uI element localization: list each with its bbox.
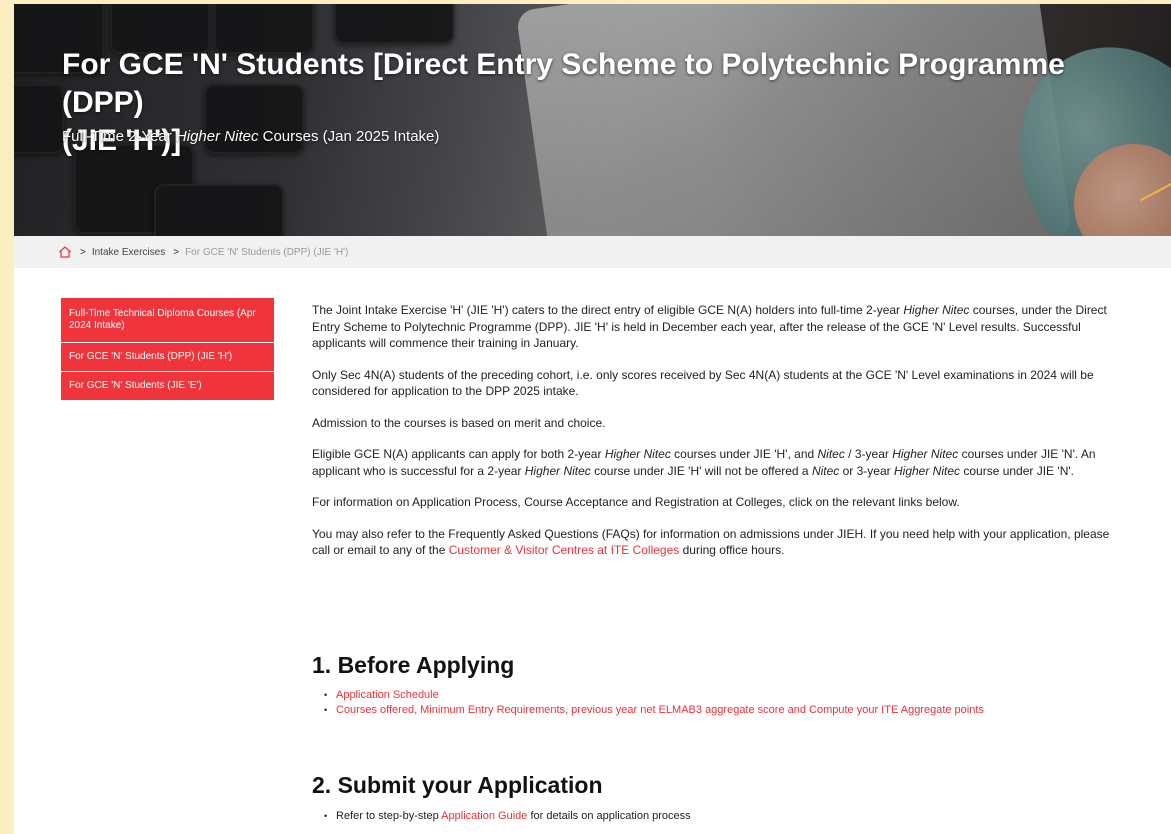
text: or 3-year bbox=[839, 463, 894, 478]
breadcrumb-current: For GCE 'N' Students (DPP) (JIE 'H') bbox=[185, 246, 349, 258]
text-italic: Nitec bbox=[817, 447, 845, 461]
paragraph-courses: Eligible GCE N(A) applicants can apply f… bbox=[312, 446, 1112, 479]
page: For GCE 'N' Students [Direct Entry Schem… bbox=[14, 4, 1171, 834]
text: for details on application process bbox=[527, 810, 691, 822]
list-item: • Courses offered, Minimum Entry Require… bbox=[324, 703, 984, 718]
subtitle-pre: Full-Time 2-Year bbox=[62, 128, 176, 145]
breadcrumb-separator: > bbox=[173, 246, 180, 258]
customer-centres-link[interactable]: Customer & Visitor Centres at ITE Colleg… bbox=[449, 543, 680, 557]
section-heading: 2. Submit your Application bbox=[312, 772, 603, 798]
text: / 3-year bbox=[844, 447, 893, 461]
list-item-text: Refer to step-by-step Application Guide … bbox=[336, 809, 691, 824]
before-applying-list: • Application Schedule • Courses offered… bbox=[324, 688, 984, 718]
section-submit-application: 2. Submit your Application bbox=[312, 772, 603, 799]
text-italic: Higher Nitec bbox=[524, 463, 591, 478]
text-italic: Higher Nitec bbox=[903, 303, 970, 317]
main-content: The Joint Intake Exercise 'H' (JIE 'H') … bbox=[312, 302, 1112, 574]
text: The Joint Intake Exercise 'H' (JIE 'H') … bbox=[312, 303, 904, 317]
text: course under JIE 'N'. bbox=[960, 463, 1074, 478]
text-italic: Higher Nitec bbox=[604, 447, 671, 461]
paragraph-admission: Admission to the courses is based on mer… bbox=[312, 415, 606, 430]
paragraph-eligibility: Only Sec 4N(A) students of the preceding… bbox=[312, 367, 1094, 399]
application-guide-link[interactable]: Application Guide bbox=[441, 810, 527, 822]
paragraph-info: For information on Application Process, … bbox=[312, 495, 960, 509]
text: courses under JIE 'H', and bbox=[670, 447, 818, 461]
sidebar: Full-Time Technical Diploma Courses (Apr… bbox=[61, 298, 274, 401]
paragraph-intro: The Joint Intake Exercise 'H' (JIE 'H') … bbox=[312, 302, 1112, 352]
bullet-icon: • bbox=[324, 811, 328, 821]
breadcrumb: > Intake Exercises > For GCE 'N' Student… bbox=[14, 236, 1171, 268]
list-item: • Application Schedule bbox=[324, 688, 984, 703]
home-icon[interactable] bbox=[58, 245, 72, 259]
section-before-applying: 1. Before Applying bbox=[312, 652, 514, 679]
text-italic: Higher Nitec bbox=[893, 463, 961, 478]
page-subtitle: Full-Time 2-Year Higher Nitec Courses (J… bbox=[62, 128, 439, 145]
paragraph-faq: You may also refer to the Frequently Ask… bbox=[312, 526, 1112, 559]
submit-application-list: • Refer to step-by-step Application Guid… bbox=[324, 809, 691, 824]
hero-banner: For GCE 'N' Students [Direct Entry Schem… bbox=[14, 4, 1171, 236]
text: Refer to step-by-step bbox=[336, 810, 442, 822]
text: Eligible GCE N(A) applicants can apply f… bbox=[312, 447, 605, 461]
page-title-line1: For GCE 'N' Students [Direct Entry Schem… bbox=[62, 48, 1065, 119]
subtitle-italic: Higher Nitec bbox=[175, 128, 259, 145]
sidebar-item-technical-diploma[interactable]: Full-Time Technical Diploma Courses (Apr… bbox=[61, 298, 274, 343]
list-item: • Refer to step-by-step Application Guid… bbox=[324, 809, 691, 824]
text: during office hours. bbox=[679, 543, 785, 557]
bullet-icon: • bbox=[324, 705, 328, 715]
breadcrumb-link-intake-exercises[interactable]: Intake Exercises bbox=[92, 247, 165, 258]
text-italic: Nitec bbox=[811, 463, 840, 478]
section-heading: 1. Before Applying bbox=[312, 652, 515, 678]
sidebar-item-jie-e[interactable]: For GCE 'N' Students (JIE 'E') bbox=[61, 372, 274, 401]
bullet-icon: • bbox=[324, 690, 328, 700]
text: course under JIE 'H' will not be offered… bbox=[590, 463, 812, 478]
subtitle-post: Courses (Jan 2025 Intake) bbox=[258, 128, 440, 145]
sidebar-item-dpp-jie-h[interactable]: For GCE 'N' Students (DPP) (JIE 'H') bbox=[61, 343, 274, 372]
application-schedule-link[interactable]: Application Schedule bbox=[336, 688, 439, 703]
courses-offered-link[interactable]: Courses offered, Minimum Entry Requireme… bbox=[336, 703, 984, 718]
breadcrumb-separator: > bbox=[80, 246, 86, 258]
text-italic: Higher Nitec bbox=[892, 447, 959, 461]
